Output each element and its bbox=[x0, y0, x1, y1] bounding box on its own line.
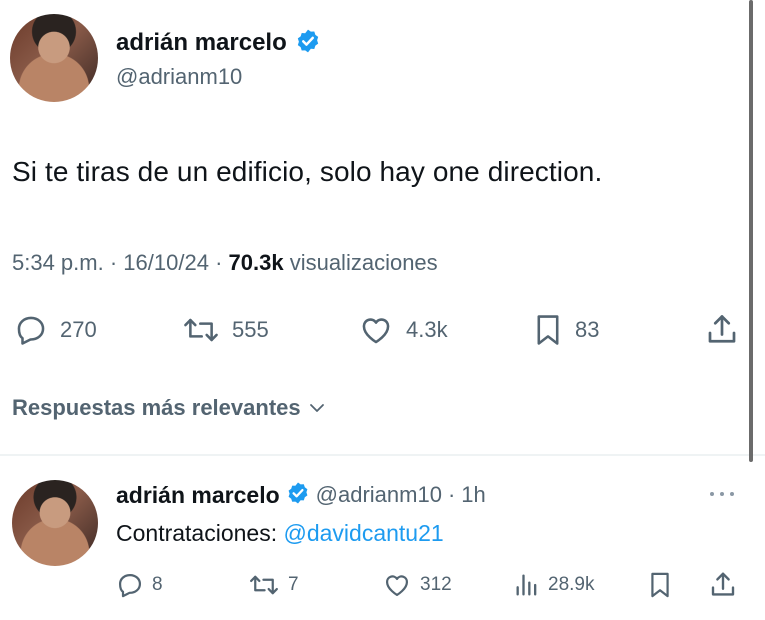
tweet-date[interactable]: 16/10/24 bbox=[123, 250, 209, 275]
author-handle[interactable]: @adrianm10 bbox=[116, 64, 242, 90]
reply-author-handle[interactable]: @adrianm10 bbox=[316, 482, 442, 508]
reply-text: Contrataciones: @davidcantu21 bbox=[116, 520, 444, 547]
reply-retweet-count: 7 bbox=[288, 574, 299, 595]
like-icon bbox=[385, 575, 409, 597]
bookmark-icon bbox=[537, 315, 559, 345]
retweet-count: 555 bbox=[232, 317, 269, 342]
tweet-time[interactable]: 5:34 p.m. bbox=[12, 250, 104, 275]
reply-views-count: 28.9k bbox=[548, 574, 595, 595]
reply-like-count: 312 bbox=[420, 574, 452, 595]
retweet-button[interactable]: 555 bbox=[182, 313, 269, 347]
section-divider bbox=[0, 454, 765, 456]
reply-icon bbox=[17, 316, 45, 345]
share-button[interactable] bbox=[704, 312, 740, 353]
verified-icon bbox=[286, 481, 310, 510]
reply-count: 270 bbox=[60, 317, 97, 342]
like-count: 4.3k bbox=[406, 317, 448, 342]
bookmark-count: 83 bbox=[575, 317, 600, 342]
sort-selector[interactable]: Respuestas más relevantes bbox=[12, 395, 327, 421]
author-name-row: adrián marcelo bbox=[116, 28, 321, 58]
reply-like-button[interactable]: 312 bbox=[382, 571, 452, 599]
bookmark-icon bbox=[651, 572, 669, 598]
more-button[interactable] bbox=[706, 484, 738, 509]
reply-text-prefix: Contrataciones: bbox=[116, 520, 284, 546]
author-avatar[interactable] bbox=[10, 14, 98, 102]
sort-label: Respuestas más relevantes bbox=[12, 395, 301, 420]
like-button[interactable]: 4.3k bbox=[358, 313, 448, 347]
views-icon bbox=[516, 574, 537, 596]
reply-author-name[interactable]: adrián marcelo bbox=[116, 482, 280, 509]
share-icon bbox=[708, 315, 736, 343]
tweet-text: Si te tiras de un edificio, solo hay one… bbox=[12, 156, 603, 187]
more-icon bbox=[710, 492, 734, 496]
reply-retweet-button[interactable]: 7 bbox=[248, 571, 299, 599]
retweet-icon bbox=[184, 318, 218, 342]
meta-separator: · bbox=[215, 250, 229, 275]
reply-author-avatar[interactable] bbox=[12, 480, 98, 566]
chevron-down-icon bbox=[309, 404, 324, 412]
scrollbar-thumb[interactable] bbox=[749, 0, 753, 462]
share-icon bbox=[711, 572, 735, 596]
tweet-meta: 5:34 p.m. · 16/10/24 · 70.3k visualizaci… bbox=[12, 250, 438, 276]
meta-separator: · bbox=[109, 250, 124, 275]
author-name[interactable]: adrián marcelo bbox=[116, 29, 287, 57]
reply-button[interactable]: 270 bbox=[14, 313, 97, 347]
reply-mention-link[interactable]: @davidcantu21 bbox=[283, 520, 443, 546]
reply-views-button[interactable]: 28.9k bbox=[514, 571, 594, 599]
retweet-icon bbox=[250, 575, 278, 595]
reply-reply-count: 8 bbox=[152, 574, 163, 595]
verified-icon bbox=[295, 28, 321, 59]
reply-reply-button[interactable]: 8 bbox=[116, 571, 163, 599]
views-count: 70.3k bbox=[228, 250, 284, 275]
reply-icon bbox=[118, 573, 142, 598]
reply-bookmark-button[interactable] bbox=[648, 571, 672, 604]
reply-separator: · bbox=[447, 482, 456, 507]
reply-share-button[interactable] bbox=[708, 570, 738, 605]
like-icon bbox=[362, 318, 390, 344]
reply-age[interactable]: 1h bbox=[461, 482, 485, 508]
bookmark-button[interactable]: 83 bbox=[533, 313, 599, 347]
reply-header: adrián marcelo @adrianm10 · 1h bbox=[116, 480, 486, 510]
views-label: visualizaciones bbox=[289, 250, 438, 275]
